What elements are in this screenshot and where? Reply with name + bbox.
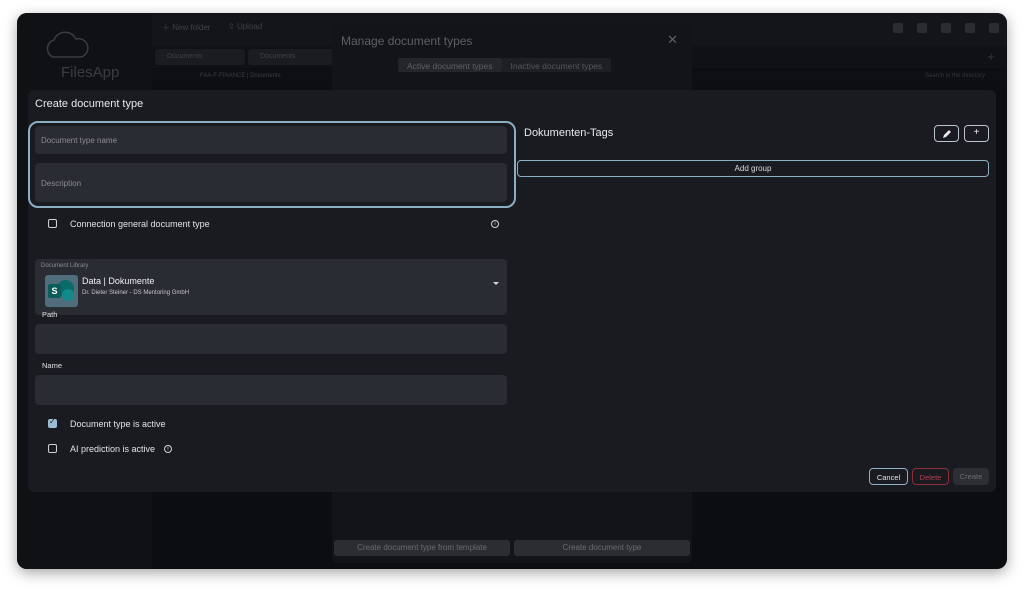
dialog-title: Manage document types [341,34,473,48]
info-icon[interactable]: i [491,220,499,228]
path-label: Path [42,310,58,319]
avatar[interactable] [989,23,999,33]
upload-button[interactable]: ⇪ Upload [228,22,262,31]
tags-title: Dokumenten-Tags [524,127,614,139]
columns-icon[interactable] [917,23,927,33]
cancel-button[interactable]: Cancel [869,468,908,485]
name-label: Name [42,361,63,370]
cloud-icon[interactable] [941,23,951,33]
sharepoint-icon: S [45,275,78,307]
name-input[interactable] [35,375,507,405]
edit-tags-button[interactable] [934,125,959,142]
active-checkbox[interactable] [48,417,57,428]
document-library-select[interactable]: Document Library S Data | Dokumente Dr. … [35,259,507,315]
cloud-logo-icon [46,31,89,58]
window-icons [893,23,999,33]
info-icon[interactable]: i [164,445,172,453]
library-owner: Dr. Dieter Steiner - DS Mentoring GmbH [82,290,190,296]
pencil-icon [942,130,951,138]
tab-documents[interactable]: Documents [248,49,338,65]
ai-prediction-label: AI prediction is active [70,444,156,454]
add-tag-button[interactable]: + [964,125,989,142]
bell-icon[interactable] [893,23,903,33]
ai-prediction-checkbox[interactable] [48,444,57,453]
path-input[interactable] [35,324,507,354]
create-from-template-button[interactable]: Create document type from template [334,540,510,556]
create-document-type-dialog: Create document type Document type name … [28,90,996,492]
chevron-down-icon [493,282,499,285]
delete-button[interactable]: Delete [912,468,949,485]
add-tab-icon[interactable]: + [987,49,995,64]
description-input[interactable]: Description [35,163,507,202]
tab-documents[interactable]: Documents [155,49,245,65]
refresh-icon[interactable] [965,23,975,33]
tab-inactive-types[interactable]: Inactive document types [501,58,612,72]
app-logo-text: FilesApp [61,64,120,81]
dialog-title: Create document type [35,98,144,110]
document-type-name-input[interactable]: Document type name [35,126,507,154]
connection-checkbox[interactable] [48,219,57,228]
plus-icon: + [973,127,980,138]
app-window: FilesApp ＋ New folder ⇪ Upload Documents… [17,13,1007,569]
close-icon[interactable]: ✕ [667,32,678,48]
connection-label: Connection general document type [70,219,210,229]
add-group-button[interactable]: Add group [517,160,989,177]
type-tabs: Active document types Inactive document … [398,58,612,72]
create-document-type-button[interactable]: Create document type [514,540,690,556]
new-folder-button[interactable]: ＋ New folder [162,22,210,33]
active-label: Document type is active [70,419,166,429]
library-name: Data | Dokumente [82,276,155,286]
search-input[interactable]: Search in the directory [925,73,985,79]
create-button[interactable]: Create [953,468,989,485]
tab-active-types[interactable]: Active document types [398,58,502,72]
